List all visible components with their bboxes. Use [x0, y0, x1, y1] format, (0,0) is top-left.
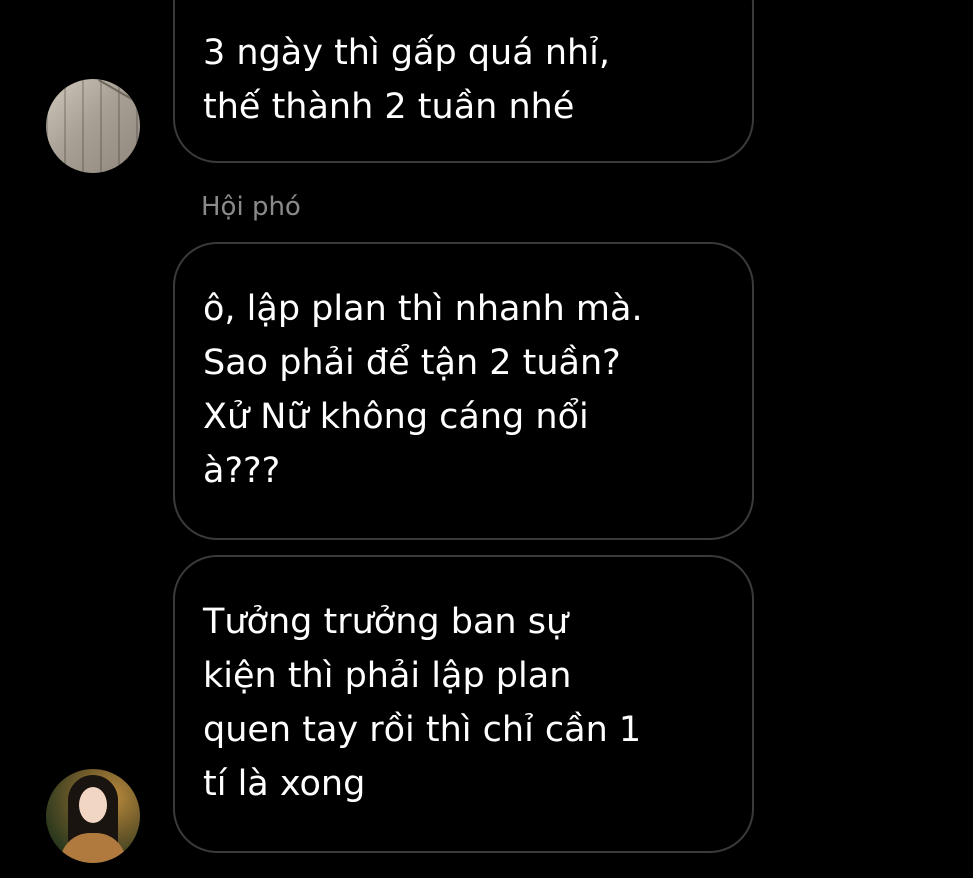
message-text: ô, lập plan thì nhanh mà.: [203, 289, 643, 329]
message-text: tí là xong: [203, 764, 366, 804]
message-text: à???: [203, 451, 281, 491]
avatar-image-detail: [98, 79, 134, 101]
message-bubble[interactable]: ô, lập plan thì nhanh mà. Sao phải để tậ…: [173, 242, 754, 540]
message-text: Xử Nữ không cáng nổi: [203, 397, 589, 437]
avatar-wood[interactable]: [46, 79, 140, 173]
message-bubble[interactable]: 3 ngày thì gấp quá nhỉ, thế thành 2 tuần…: [173, 0, 754, 163]
message-text: Tưởng trưởng ban sự: [203, 602, 569, 642]
sender-name: Hội phó: [201, 192, 301, 222]
message-bubble[interactable]: Tưởng trưởng ban sự kiện thì phải lập pl…: [173, 555, 754, 853]
message-text: thế thành 2 tuần nhé: [203, 87, 575, 127]
message-text: Sao phải để tận 2 tuần?: [203, 343, 621, 383]
message-text: quen tay rồi thì chỉ cần 1: [203, 710, 642, 750]
avatar-woman[interactable]: [46, 769, 140, 863]
avatar-image-detail: [79, 787, 107, 823]
message-text: kiện thì phải lập plan: [203, 656, 572, 696]
message-text: 3 ngày thì gấp quá nhỉ,: [203, 33, 611, 73]
